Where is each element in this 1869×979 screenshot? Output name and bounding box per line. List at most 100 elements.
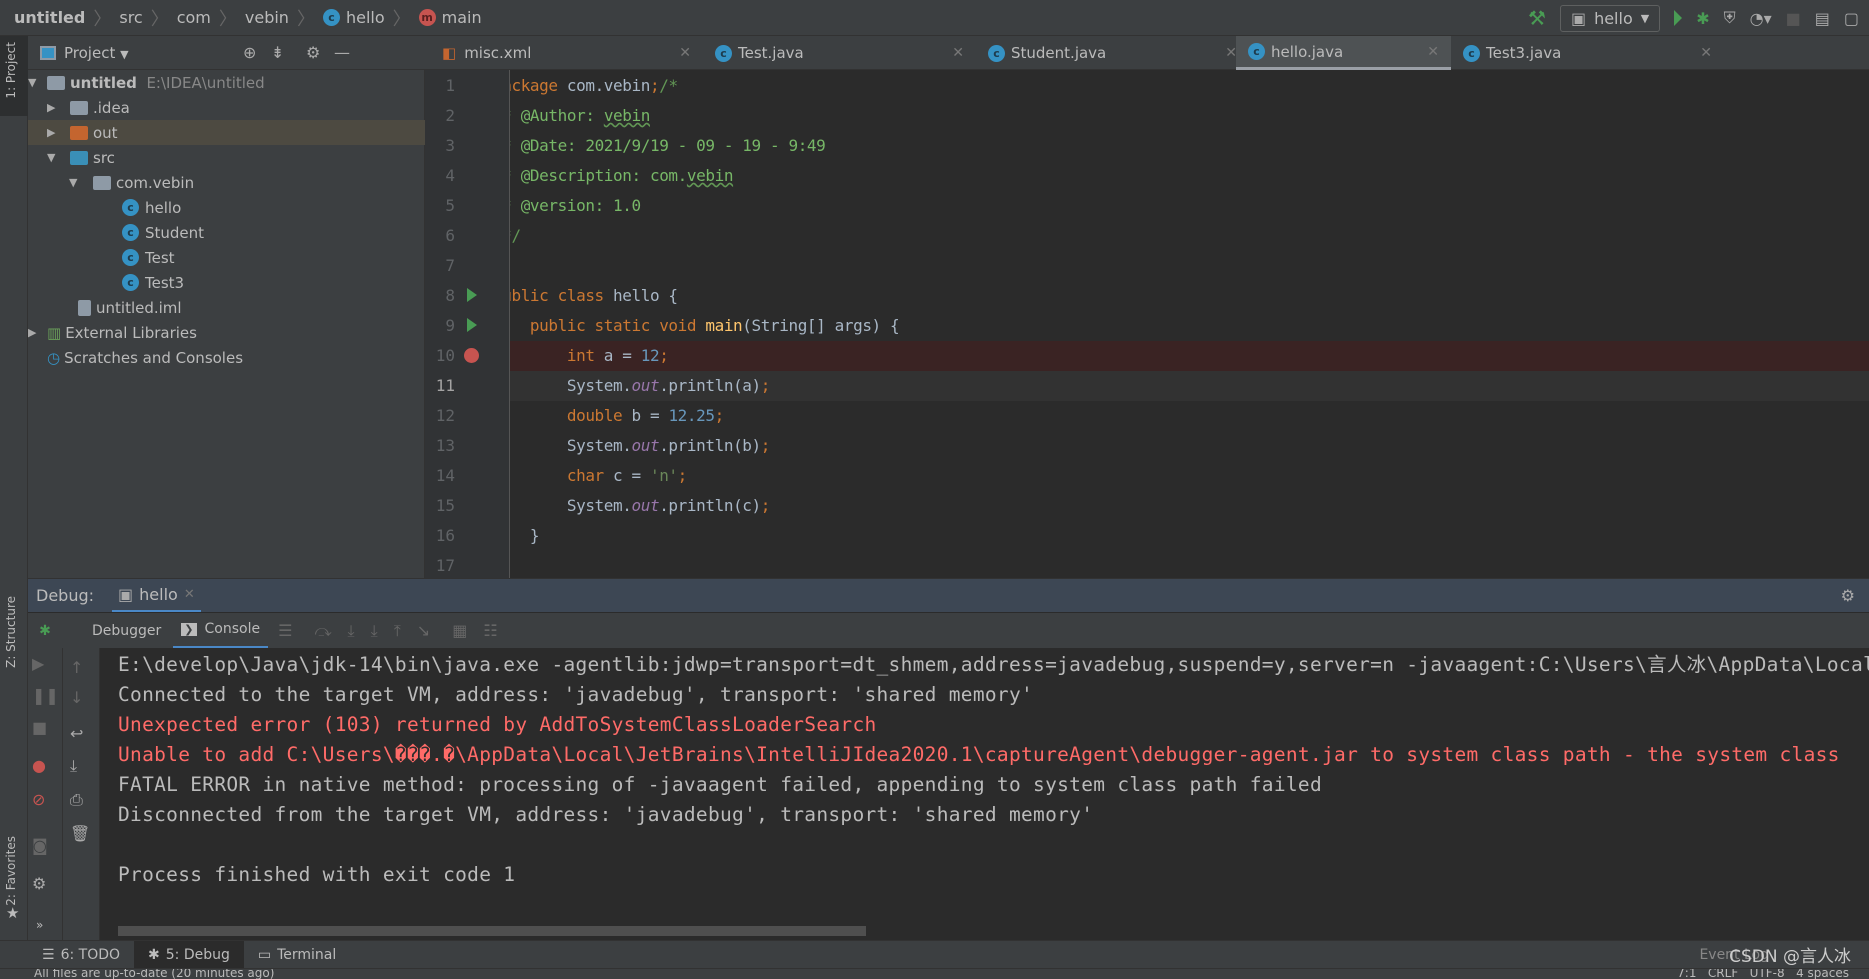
scroll-to-end-icon[interactable]: ⤓ bbox=[70, 756, 77, 776]
tab-test3-java[interactable]: c Test3.java ✕ bbox=[1451, 36, 1724, 70]
breakpoint-icon[interactable] bbox=[464, 348, 479, 363]
close-icon[interactable]: ✕ bbox=[1427, 44, 1439, 60]
code-line[interactable] bbox=[425, 251, 1869, 281]
code-line[interactable]: int a = 12; bbox=[425, 341, 1869, 371]
tree-item-out[interactable]: ▶ out bbox=[28, 120, 425, 145]
coverage-icon[interactable]: ⛨ bbox=[1724, 8, 1736, 28]
stop-icon[interactable]: ■ bbox=[32, 718, 47, 737]
step-out-icon[interactable]: ⤒ bbox=[394, 621, 401, 641]
line-number[interactable]: 1 bbox=[425, 71, 455, 101]
line-number[interactable]: 5 bbox=[425, 191, 455, 221]
build-hammer-icon[interactable]: ⚒ bbox=[1528, 6, 1546, 30]
print-icon[interactable]: ⎙ bbox=[70, 790, 83, 810]
collapse-all-icon[interactable]: ⇟ bbox=[271, 43, 284, 62]
tree-item-test[interactable]: c Test bbox=[28, 245, 425, 270]
tree-item-untitled[interactable]: ▼ untitled E:\IDEA\untitled bbox=[28, 70, 425, 95]
code-line[interactable]: double b = 12.25; bbox=[425, 401, 1869, 431]
debug-bug-icon[interactable]: ✱ bbox=[1696, 9, 1709, 28]
more-icon[interactable]: » bbox=[36, 918, 43, 932]
down-arrow-icon[interactable]: ↓ bbox=[70, 688, 83, 707]
line-number[interactable]: 7 bbox=[425, 251, 455, 281]
tab-terminal[interactable]: ▭ Terminal bbox=[244, 941, 350, 969]
project-tool-tab[interactable]: 1: Project bbox=[4, 42, 18, 99]
code-editor[interactable]: package com.vebin;/* * @Author: vebin * … bbox=[425, 70, 1869, 578]
settings-icon[interactable]: ⚙ bbox=[32, 874, 46, 893]
line-number[interactable]: 16 bbox=[425, 521, 455, 551]
code-line[interactable]: * @Description: com.vebin bbox=[425, 161, 1869, 191]
run-configuration-select[interactable]: ▣ hello ▼ bbox=[1559, 4, 1661, 32]
project-view-select[interactable]: Project ▼ bbox=[64, 44, 129, 62]
line-number[interactable]: 13 bbox=[425, 431, 455, 461]
tab-debug[interactable]: ✱ 5: Debug bbox=[134, 940, 244, 969]
tab-misc-xml[interactable]: ◧ misc.xml ✕ bbox=[430, 36, 703, 70]
editor-gutter[interactable]: 1 2 3 4 5 6 7 8 9 10 11 12 13 14 15 16 17 bbox=[425, 70, 510, 578]
step-over-icon[interactable]: ⤼ bbox=[314, 621, 331, 641]
favorites-tool-tab[interactable]: 2: Favorites bbox=[4, 836, 18, 906]
project-structure-icon[interactable]: ▤ bbox=[1815, 9, 1830, 28]
run-gutter-icon[interactable] bbox=[467, 318, 477, 332]
line-number[interactable]: 10 bbox=[425, 341, 455, 371]
tree-item-com-vebin[interactable]: ▼ com.vebin bbox=[28, 170, 425, 195]
code-line[interactable]: System.out.println(c); bbox=[425, 491, 1869, 521]
tab-console[interactable]: ❯ Console bbox=[173, 613, 269, 649]
line-number[interactable]: 14 bbox=[425, 461, 455, 491]
tree-item-external-libraries[interactable]: ▶ ▥ External Libraries bbox=[28, 320, 425, 345]
stop-icon[interactable]: ■ bbox=[1786, 9, 1801, 28]
line-number[interactable]: 11 bbox=[425, 371, 455, 401]
line-number[interactable]: 3 bbox=[425, 131, 455, 161]
tab-test-java[interactable]: c Test.java ✕ bbox=[703, 36, 976, 70]
line-number[interactable]: 17 bbox=[425, 551, 455, 578]
tree-item-src[interactable]: ▼ src bbox=[28, 145, 425, 170]
profile-icon[interactable]: ◔▾ bbox=[1750, 9, 1772, 28]
code-line[interactable]: System.out.println(a); bbox=[425, 371, 1869, 401]
evaluate-icon[interactable]: ▦ bbox=[452, 621, 467, 640]
breadcrumb-main[interactable]: m main bbox=[418, 8, 482, 27]
close-icon[interactable]: ✕ bbox=[952, 45, 964, 61]
breadcrumb-src[interactable]: src bbox=[119, 8, 142, 27]
tree-item-test3[interactable]: c Test3 bbox=[28, 270, 425, 295]
code-line[interactable]: * @Author: vebin bbox=[425, 101, 1869, 131]
pause-icon[interactable]: ❚❚ bbox=[32, 686, 59, 705]
code-line[interactable]: System.out.println(b); bbox=[425, 431, 1869, 461]
code-line[interactable]: public static void main(String[] args) { bbox=[425, 311, 1869, 341]
line-number[interactable]: 4 bbox=[425, 161, 455, 191]
debug-session-tab[interactable]: ▣ hello ✕ bbox=[112, 579, 201, 613]
force-step-into-icon[interactable]: ⤓ bbox=[371, 621, 378, 641]
code-line[interactable]: } bbox=[425, 521, 1869, 551]
tree-item-idea[interactable]: ▶ .idea bbox=[28, 95, 425, 120]
run-to-cursor-icon[interactable]: ↘ bbox=[417, 621, 430, 640]
mute-breakpoints-icon[interactable]: ⊘ bbox=[32, 790, 45, 809]
line-number[interactable]: 12 bbox=[425, 401, 455, 431]
code-line[interactable]: * @version: 1.0 bbox=[425, 191, 1869, 221]
code-line[interactable]: public class hello { bbox=[425, 281, 1869, 311]
camera-icon[interactable]: ◙ bbox=[32, 836, 48, 855]
run-gutter-icon[interactable] bbox=[467, 288, 477, 302]
view-breakpoints-icon[interactable]: ● bbox=[32, 756, 46, 775]
trash-icon[interactable]: 🗑 bbox=[70, 824, 90, 843]
code-line[interactable]: } bbox=[425, 551, 1869, 578]
gear-icon[interactable]: ⚙ bbox=[306, 43, 320, 62]
horizontal-scrollbar[interactable] bbox=[118, 926, 866, 936]
resume-icon[interactable]: ▶ bbox=[32, 654, 44, 673]
code-line[interactable]: char c = 'n'; bbox=[425, 461, 1869, 491]
trace-icon[interactable]: ☷ bbox=[483, 621, 497, 640]
code-line[interactable]: package com.vebin;/* bbox=[425, 71, 1869, 101]
tab-todo[interactable]: ☰ 6: TODO bbox=[28, 941, 134, 969]
breadcrumb-vebin[interactable]: vebin bbox=[245, 8, 289, 27]
breadcrumb-hello[interactable]: c hello bbox=[322, 8, 385, 27]
breadcrumb-project[interactable]: untitled bbox=[14, 8, 85, 27]
console-output[interactable]: E:\develop\Java\jdk-14\bin\java.exe -age… bbox=[100, 648, 1869, 940]
locate-icon[interactable]: ⊕ bbox=[243, 43, 256, 62]
line-number[interactable]: 8 bbox=[425, 281, 455, 311]
tree-item-student[interactable]: c Student bbox=[28, 220, 425, 245]
close-icon[interactable]: ✕ bbox=[1700, 45, 1712, 61]
line-number[interactable]: 6 bbox=[425, 221, 455, 251]
hide-icon[interactable]: — bbox=[334, 43, 350, 62]
gear-icon[interactable]: ⚙ bbox=[1841, 586, 1855, 605]
tab-hello-java[interactable]: c hello.java ✕ bbox=[1236, 36, 1451, 70]
code-line[interactable]: */ bbox=[425, 221, 1869, 251]
line-number[interactable]: 9 bbox=[425, 311, 455, 341]
tree-item-untitled-iml[interactable]: untitled.iml bbox=[28, 295, 425, 320]
structure-tool-tab[interactable]: Z: Structure bbox=[4, 596, 18, 668]
tree-item-scratches[interactable]: ◷ Scratches and Consoles bbox=[28, 345, 425, 370]
